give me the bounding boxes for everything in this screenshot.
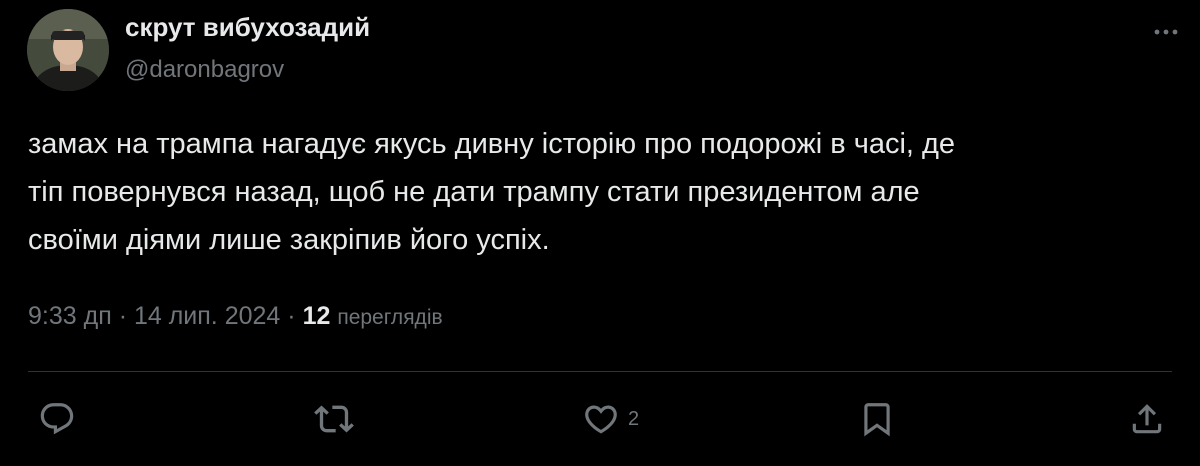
likes-count: 2 bbox=[628, 407, 640, 430]
meta-separator: · bbox=[287, 302, 296, 330]
retweet-button[interactable] bbox=[314, 400, 354, 438]
more-horizontal-icon bbox=[1154, 29, 1178, 35]
tweet-date[interactable]: 14 лип. 2024 bbox=[134, 302, 280, 330]
author-display-name[interactable]: скрут вибухозадий bbox=[125, 12, 370, 43]
like-button[interactable]: 2 bbox=[582, 400, 639, 438]
tweet-card: скрут вибухозадий @daronbagrov замах на … bbox=[0, 0, 1200, 466]
share-icon bbox=[1132, 404, 1162, 434]
author-handle[interactable]: @daronbagrov bbox=[125, 56, 284, 84]
more-options-button[interactable] bbox=[1150, 22, 1182, 42]
avatar[interactable] bbox=[27, 9, 109, 91]
bookmark-icon bbox=[864, 403, 890, 437]
tweet-text: замах на трампа нагадує якусь дивну істо… bbox=[28, 120, 1178, 264]
share-button[interactable] bbox=[1128, 400, 1166, 438]
tweet-time[interactable]: 9:33 дп bbox=[28, 302, 112, 330]
tweet-text-line: своїми діями лише закріпив його успіх. bbox=[28, 224, 550, 256]
bookmark-button[interactable] bbox=[858, 400, 896, 438]
meta-separator: · bbox=[118, 302, 128, 330]
tweet-text-line: замах на трампа нагадує якусь дивну істо… bbox=[28, 128, 956, 160]
heart-icon bbox=[585, 405, 617, 434]
avatar-image bbox=[27, 9, 109, 91]
divider bbox=[28, 371, 1172, 372]
tweet-text-line: тіп повернувся назад, щоб не дати трампу… bbox=[28, 176, 920, 208]
reply-icon bbox=[40, 403, 74, 435]
views-label: переглядів bbox=[337, 306, 443, 329]
retweet-icon bbox=[314, 405, 354, 433]
tweet-metadata: 9:33 дп · 14 лип. 2024 · 12 переглядів bbox=[28, 302, 443, 331]
reply-button[interactable] bbox=[38, 400, 76, 438]
views-count[interactable]: 12 bbox=[303, 302, 331, 330]
